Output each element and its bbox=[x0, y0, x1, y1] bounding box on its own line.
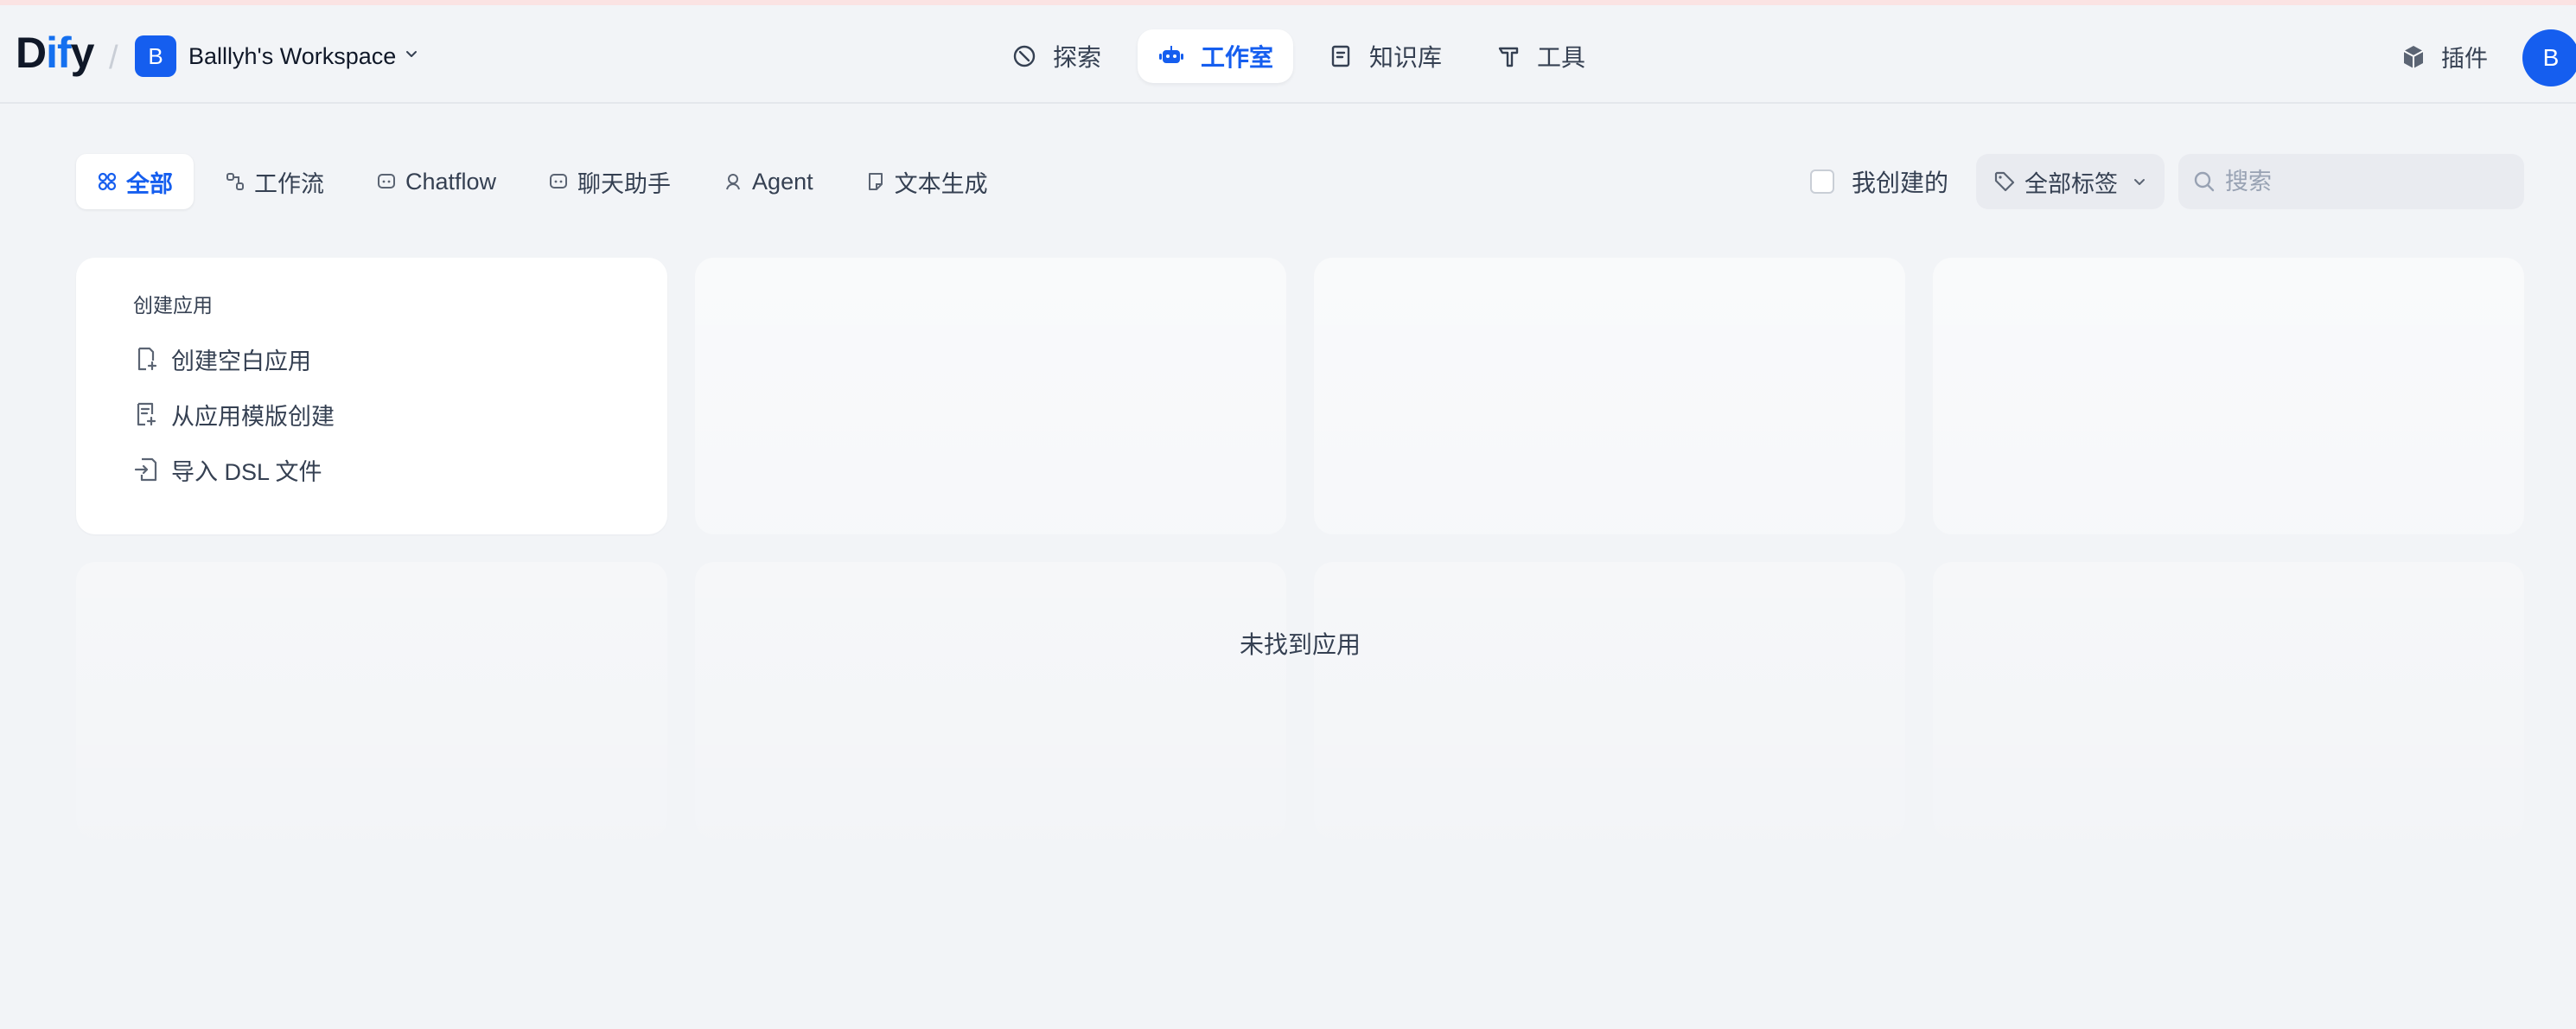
create-blank-app-button[interactable]: 创建空白应用 bbox=[133, 336, 667, 382]
empty-state-message: 未找到应用 bbox=[1240, 631, 1361, 658]
import-dsl-button[interactable]: 导入 DSL 文件 bbox=[133, 446, 667, 493]
book-icon bbox=[1328, 43, 1354, 69]
app-type-tabs: 全部 工作流 Chatflow 聊天助手 Agent 文本生成 bbox=[76, 154, 1019, 209]
plugins-label: 插件 bbox=[2441, 46, 2488, 72]
file-plus-icon bbox=[133, 346, 159, 372]
search-icon bbox=[2192, 169, 2216, 194]
workspace-switcher[interactable]: B Balllyh's Workspace bbox=[135, 35, 420, 78]
tab-chatflow-label: Chatflow bbox=[405, 168, 497, 195]
placeholder-card bbox=[1933, 258, 2524, 534]
tab-agent-label: Agent bbox=[752, 168, 813, 195]
tab-text-generation-label: 文本生成 bbox=[894, 170, 988, 197]
tab-workflow-label: 工作流 bbox=[254, 170, 324, 197]
top-header: Dify / B Balllyh's Workspace 探索 工作室 知识库 … bbox=[0, 5, 2576, 104]
create-app-card: 创建应用 创建空白应用 从应用模版创建 导入 DSL 文件 bbox=[76, 258, 667, 534]
tag-filter-label: 全部标签 bbox=[2024, 170, 2118, 197]
placeholder-card bbox=[695, 562, 1286, 839]
tab-workflow[interactable]: 工作流 bbox=[204, 154, 345, 209]
nav-studio-label: 工作室 bbox=[1200, 44, 1273, 71]
document-icon bbox=[865, 171, 886, 192]
create-app-title: 创建应用 bbox=[133, 294, 213, 316]
robot-icon bbox=[1157, 42, 1185, 70]
nav-tools-label: 工具 bbox=[1537, 44, 1586, 71]
import-icon bbox=[133, 457, 159, 483]
nav-studio[interactable]: 工作室 bbox=[1138, 29, 1293, 83]
create-blank-app-label: 创建空白应用 bbox=[171, 348, 311, 374]
nav-knowledge-label: 知识库 bbox=[1369, 44, 1443, 71]
placeholder-card bbox=[1933, 562, 2524, 839]
logo-prefix: D bbox=[16, 29, 47, 77]
nav-explore-label: 探索 bbox=[1053, 44, 1102, 71]
created-by-me-filter[interactable]: 我创建的 bbox=[1810, 164, 1948, 199]
tag-icon bbox=[1993, 170, 2016, 193]
tab-agent[interactable]: Agent bbox=[702, 154, 834, 209]
workspace-avatar: B bbox=[135, 35, 176, 77]
create-from-template-label: 从应用模版创建 bbox=[171, 403, 335, 430]
nav-explore[interactable]: 探索 bbox=[1011, 29, 1101, 83]
chat-bubble-icon bbox=[548, 171, 569, 192]
tab-all[interactable]: 全部 bbox=[76, 154, 194, 209]
chatflow-icon bbox=[376, 171, 397, 192]
compass-icon bbox=[1011, 43, 1037, 69]
chevron-down-icon bbox=[2132, 174, 2147, 189]
cube-icon bbox=[2400, 43, 2427, 71]
created-by-me-label: 我创建的 bbox=[1852, 169, 1949, 196]
search-box[interactable] bbox=[2178, 154, 2524, 209]
import-dsl-label: 导入 DSL 文件 bbox=[171, 458, 322, 485]
placeholder-card bbox=[76, 562, 667, 839]
create-from-template-button[interactable]: 从应用模版创建 bbox=[133, 391, 667, 438]
template-icon bbox=[133, 401, 159, 427]
workflow-icon bbox=[225, 171, 245, 192]
workspace-name: Balllyh's Workspace bbox=[188, 42, 397, 69]
dify-logo[interactable]: Dify bbox=[16, 28, 95, 78]
chevron-down-icon bbox=[403, 46, 420, 67]
nav-knowledge[interactable]: 知识库 bbox=[1328, 29, 1442, 83]
nav-tools[interactable]: 工具 bbox=[1495, 29, 1585, 83]
tag-filter-dropdown[interactable]: 全部标签 bbox=[1976, 154, 2165, 209]
tab-chatflow[interactable]: Chatflow bbox=[355, 154, 517, 209]
tab-chat-assistant[interactable]: 聊天助手 bbox=[527, 154, 692, 209]
tab-all-label: 全部 bbox=[126, 170, 173, 197]
tab-text-generation[interactable]: 文本生成 bbox=[845, 154, 1009, 209]
search-input[interactable] bbox=[2223, 167, 2503, 196]
placeholder-card bbox=[1314, 562, 1905, 839]
hammer-icon bbox=[1495, 43, 1521, 69]
agent-icon bbox=[723, 171, 743, 192]
created-by-me-checkbox[interactable] bbox=[1810, 169, 1834, 194]
breadcrumb-separator: / bbox=[109, 40, 118, 76]
plugins-button[interactable]: 插件 bbox=[2400, 40, 2488, 74]
placeholder-card bbox=[695, 258, 1286, 534]
logo-suffix: y bbox=[70, 29, 95, 77]
tab-chat-assistant-label: 聊天助手 bbox=[577, 170, 672, 197]
grid-icon bbox=[97, 171, 118, 192]
logo-mid: if bbox=[46, 29, 72, 77]
user-avatar[interactable]: B bbox=[2522, 29, 2576, 86]
placeholder-card bbox=[1314, 258, 1905, 534]
